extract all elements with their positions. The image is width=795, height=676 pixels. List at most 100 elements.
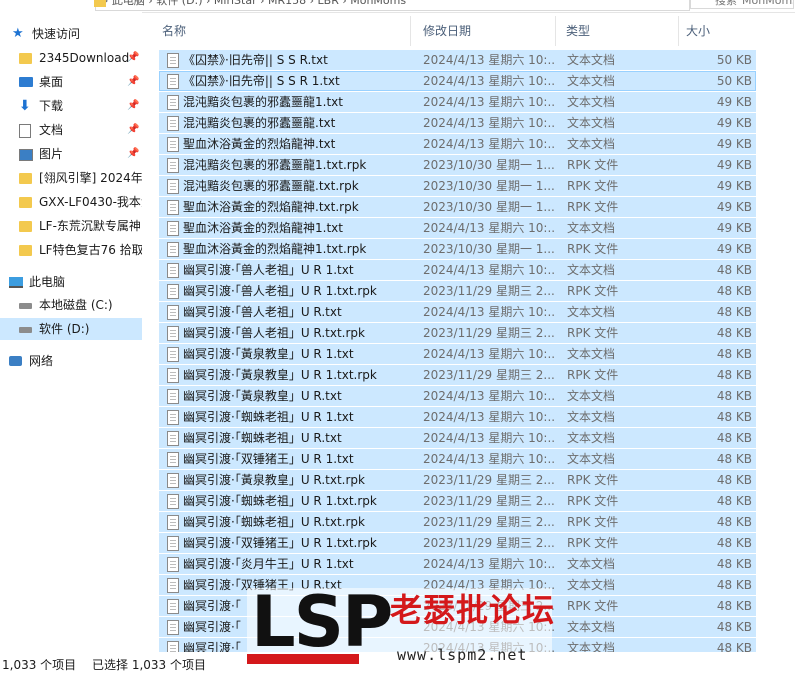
vertical-scrollbar[interactable] — [781, 50, 795, 652]
file-date: 2023/11/29 星期三 2... — [423, 326, 555, 340]
file-row[interactable]: 《囚禁》·旧先帝|| S S R.txt 2024/4/13 星期六 10:...… — [159, 50, 756, 70]
nav-item[interactable]: LF-东荒沉默专属神 — [0, 215, 142, 237]
nav-item[interactable]: 网络 — [0, 350, 142, 372]
folder-icon — [94, 0, 106, 7]
file-row[interactable]: 幽冥引渡·「双锤猪王」U R 1.txt 2024/4/13 星期六 10:...… — [159, 449, 756, 469]
file-date: 2024/4/13 星期六 10:... — [423, 95, 555, 109]
file-row[interactable]: 混沌黯炎包裹的邪蠹噩龍1.txt.rpk 2023/10/30 星期一 1... R… — [159, 155, 756, 175]
column-header-size[interactable]: 大小 — [686, 20, 710, 42]
file-row[interactable]: 幽冥引渡·「双锤猪王」U R 1.txt.rpk 2023/11/29 星期三 2… — [159, 533, 756, 553]
file-row[interactable]: 《囚禁》·旧先帝|| S S R 1.txt 2024/4/13 星期六 10:.… — [159, 71, 756, 91]
file-type: 文本文档 — [567, 116, 616, 130]
file-row[interactable]: 幽冥引渡·「兽人老祖」U R.txt 2024/4/13 星期六 10:... 文本… — [159, 302, 756, 322]
text-file-icon — [167, 158, 179, 173]
file-row[interactable]: 混沌黯炎包裹的邪蠹噩龍1.txt 2024/4/13 星期六 10:... 文本文档… — [159, 92, 756, 112]
file-type: RPK 文件 — [567, 473, 619, 487]
column-divider[interactable] — [410, 16, 411, 46]
file-row[interactable]: 幽冥引渡·「蜘蛛老祖」U R 1.txt.rpk 2023/11/29 星期三 2… — [159, 491, 756, 511]
pin-icon[interactable]: 📌 — [127, 47, 139, 69]
selected-count: 已选择 1,033 个项目 — [92, 658, 206, 672]
nav-item[interactable]: 软件 (D:) — [0, 318, 142, 340]
text-file-icon — [167, 347, 179, 362]
file-size: 48 KB — [716, 515, 752, 529]
file-row[interactable]: 聖血沐浴黃金的烈焰龍神1.txt.rpk 2023/10/30 星期一 1... R… — [159, 239, 756, 259]
file-date: 2024/4/13 星期六 10:... — [423, 74, 555, 88]
file-name: 幽冥引渡·「黃泉教皇」U R.txt — [183, 389, 342, 403]
pin-icon[interactable]: 📌 — [127, 119, 139, 141]
folder-icon — [19, 197, 32, 208]
nav-item[interactable]: GXX-LF0430-我本沉 — [0, 191, 142, 213]
column-header-type[interactable]: 类型 — [566, 20, 590, 42]
file-name: 混沌黯炎包裹的邪蠹噩龍.txt.rpk — [183, 179, 359, 193]
file-size: 48 KB — [716, 578, 752, 592]
file-row[interactable]: 聖血沐浴黃金的烈焰龍神.txt 2024/4/13 星期六 10:... 文本文档 4… — [159, 134, 756, 154]
column-divider[interactable] — [678, 16, 679, 46]
file-name: 幽冥引渡·「蜘蛛老祖」U R.txt — [183, 431, 342, 445]
file-date: 2024/4/13 星期六 10:... — [423, 389, 555, 403]
nav-item[interactable]: ⬇ 下载 📌 — [0, 95, 142, 117]
file-row[interactable]: 幽冥引渡·「兽人老祖」U R.txt.rpk 2023/11/29 星期三 2..… — [159, 323, 756, 343]
text-file-icon — [167, 389, 179, 404]
text-file-icon — [167, 515, 179, 530]
file-name: 幽冥引渡·「蜘蛛老祖」U R 1.txt.rpk — [183, 494, 377, 508]
nav-item[interactable]: [翎风引擎] 2024年4 — [0, 167, 142, 189]
file-size: 48 KB — [716, 452, 752, 466]
search-input[interactable]: 搜索"MonMoms" — [690, 0, 794, 9]
file-type: 文本文档 — [567, 641, 616, 652]
file-size: 48 KB — [716, 326, 752, 340]
file-row[interactable]: 幽冥引渡·「黃泉教皇」U R 1.txt.rpk 2023/11/29 星期三 2… — [159, 365, 756, 385]
nav-item[interactable]: 本地磁盘 (C:) — [0, 294, 142, 316]
file-row[interactable]: 聖血沐浴黃金的烈焰龍神1.txt 2024/4/13 星期六 10:... 文本文档… — [159, 218, 756, 238]
nav-item-label: 2345Download — [39, 51, 130, 65]
file-size: 49 KB — [716, 221, 752, 235]
text-file-icon — [167, 578, 179, 593]
pin-icon[interactable]: 📌 — [127, 71, 139, 93]
file-type: 文本文档 — [567, 347, 616, 361]
file-row[interactable]: 幽冥引渡·「黃泉教皇」U R.txt.rpk 2023/11/29 星期三 2..… — [159, 470, 756, 490]
pin-icon[interactable]: 📌 — [127, 143, 139, 165]
nav-item[interactable]: 2345Download 📌 — [0, 47, 142, 69]
file-row[interactable]: 幽冥引渡·「蜘蛛老祖」U R.txt 2024/4/13 星期六 10:... 文本… — [159, 428, 756, 448]
file-type: RPK 文件 — [567, 200, 619, 214]
file-row[interactable]: 聖血沐浴黃金的烈焰龍神.txt.rpk 2023/10/30 星期一 1... RP… — [159, 197, 756, 217]
column-divider[interactable] — [555, 16, 556, 46]
file-name: 幽冥引渡·「黃泉教皇」U R 1.txt — [183, 347, 354, 361]
file-row[interactable]: 幽冥引渡·「黃泉教皇」U R 1.txt 2024/4/13 星期六 10:...… — [159, 344, 756, 364]
file-size: 49 KB — [716, 116, 752, 130]
file-size: 49 KB — [716, 95, 752, 109]
text-file-icon — [167, 221, 179, 236]
file-name: 混沌黯炎包裹的邪蠹噩龍1.txt — [183, 95, 343, 109]
text-file-icon — [167, 116, 179, 131]
nav-item[interactable]: 此电脑 — [0, 271, 142, 293]
nav-item[interactable]: 图片 📌 — [0, 143, 142, 165]
file-type: 文本文档 — [567, 137, 616, 151]
file-name: 幽冥引渡·「黃泉教皇」U R.txt.rpk — [183, 473, 365, 487]
text-file-icon — [167, 494, 179, 509]
nav-item[interactable]: ★ 快速访问 — [0, 23, 142, 45]
file-type: 文本文档 — [567, 431, 616, 445]
text-file-icon — [167, 179, 179, 194]
column-header-name[interactable]: 名称 — [162, 20, 186, 42]
column-header-date[interactable]: 修改日期 — [423, 20, 471, 42]
nav-item[interactable]: 桌面 📌 — [0, 71, 142, 93]
nav-item-label: 本地磁盘 (C:) — [39, 298, 113, 312]
file-size: 48 KB — [716, 389, 752, 403]
text-file-icon — [167, 473, 179, 488]
file-row[interactable]: 混沌黯炎包裹的邪蠹噩龍.txt 2024/4/13 星期六 10:... 文本文档 4… — [159, 113, 756, 133]
pin-icon[interactable]: 📌 — [127, 95, 139, 117]
download-icon: ⬇ — [19, 98, 31, 114]
text-file-icon — [167, 368, 179, 383]
file-row[interactable]: 幽冥引渡·「炎月牛王」U R 1.txt 2024/4/13 星期六 10:...… — [159, 554, 756, 574]
file-row[interactable]: 幽冥引渡·「兽人老祖」U R 1.txt 2024/4/13 星期六 10:...… — [159, 260, 756, 280]
file-row[interactable]: 混沌黯炎包裹的邪蠹噩龍.txt.rpk 2023/10/30 星期一 1... RP… — [159, 176, 756, 196]
file-size: 48 KB — [716, 494, 752, 508]
nav-item[interactable]: 文档 📌 — [0, 119, 142, 141]
file-row[interactable]: 幽冥引渡·「黃泉教皇」U R.txt 2024/4/13 星期六 10:... 文本… — [159, 386, 756, 406]
file-row[interactable]: 幽冥引渡·「蜘蛛老祖」U R.txt.rpk 2023/11/29 星期三 2..… — [159, 512, 756, 532]
address-bar[interactable]: › 此电脑 › 软件 (D:) › MiriStar › MR158 › LBR… — [95, 0, 690, 11]
file-row[interactable]: 幽冥引渡·「蜘蛛老祖」U R 1.txt 2024/4/13 星期六 10:...… — [159, 407, 756, 427]
file-type: 文本文档 — [567, 95, 616, 109]
file-row[interactable]: 幽冥引渡·「兽人老祖」U R 1.txt.rpk 2023/11/29 星期三 2… — [159, 281, 756, 301]
nav-item[interactable]: LF特色复古76 拾取 — [0, 239, 142, 261]
file-size: 48 KB — [716, 473, 752, 487]
